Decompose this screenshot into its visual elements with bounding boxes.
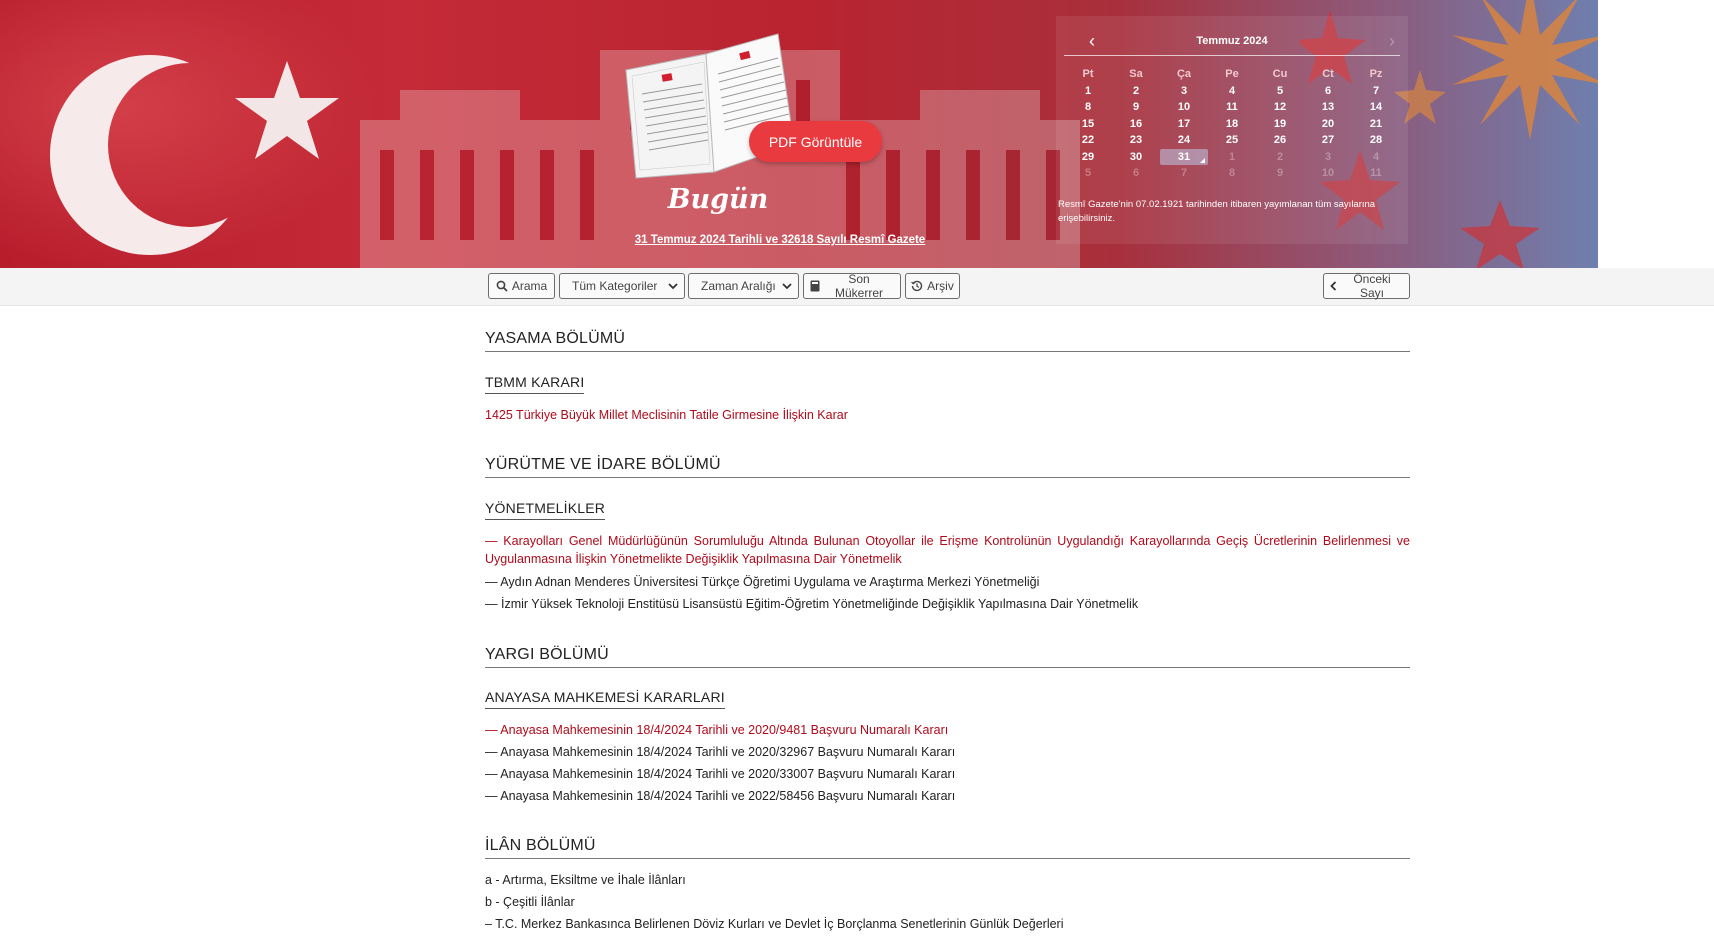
calendar-day[interactable]: 8 (1064, 99, 1112, 116)
date-range-dropdown-label: Zaman Aralığı (701, 279, 776, 293)
calendar-day[interactable]: 14 (1352, 99, 1400, 116)
weekday-label: Sa (1129, 68, 1143, 80)
repeated-issue-button[interactable]: Son Mükerrer (803, 272, 901, 300)
calendar-month-label: Temmuz 2024 (1196, 35, 1268, 47)
search-icon (496, 280, 508, 292)
calendar-day-next-month: 11 (1370, 167, 1382, 179)
calendar-day[interactable]: 15 (1064, 116, 1112, 133)
section-title-legislation: YASAMA BÖLÜMÜ (485, 330, 1410, 352)
calendar-day-next-month: 6 (1132, 167, 1140, 179)
header-banner: PDF Görüntüle Bugün 31 Temmuz 2024 Tarih… (0, 0, 1598, 268)
section-title-announcements: İLÂN BÖLÜMÜ (485, 837, 1410, 859)
list-item[interactable]: — Anayasa Mahkemesinin 18/4/2024 Tarihli… (485, 787, 1410, 805)
history-icon (911, 280, 923, 292)
section-title-judiciary: YARGI BÖLÜMÜ (485, 646, 1410, 668)
calendar-day[interactable]: 17 (1160, 116, 1208, 133)
subsection-title-constitutional-court: ANAYASA MAHKEMESİ KARARLARI (485, 689, 725, 709)
search-button-label: Arama (511, 279, 548, 293)
previous-issue-label: Önceki Sayı (1353, 272, 1391, 300)
calendar-grid: Pt Sa Ça Pe Cu Ct Pz 1 2 3 4 5 6 7 8 9 1… (1064, 66, 1400, 182)
chevron-left-icon (1330, 281, 1337, 291)
calendar-day[interactable]: 24 (1160, 132, 1208, 149)
categories-dropdown-label: Tüm Kategoriler (572, 279, 658, 293)
list-item[interactable]: — Anayasa Mahkemesinin 18/4/2024 Tarihli… (485, 765, 1410, 783)
calendar-day[interactable]: 6 (1304, 83, 1352, 100)
calendar-day-next-month: 9 (1276, 167, 1284, 179)
categories-dropdown[interactable]: Tüm Kategoriler (559, 273, 685, 299)
calendar-day-next-month: 2 (1276, 150, 1284, 163)
calendar-day[interactable]: 29 (1064, 149, 1112, 166)
section-title-executive: YÜRÜTME VE İDARE BÖLÜMÜ (485, 456, 1410, 478)
calendar-day[interactable]: 4 (1208, 83, 1256, 100)
weekday-label: Ct (1322, 68, 1334, 80)
chevron-down-icon (782, 282, 792, 289)
calendar-day[interactable]: 13 (1304, 99, 1352, 116)
list-item[interactable]: – T.C. Merkez Bankasınca Belirlenen Dövi… (485, 915, 1410, 933)
calendar-day[interactable]: 10 (1160, 99, 1208, 116)
calendar-day[interactable]: 21 (1352, 116, 1400, 133)
calendar-day-next-month: 1 (1228, 150, 1236, 163)
weekday-label: Pz (1369, 68, 1383, 80)
calendar-day[interactable]: 5 (1256, 83, 1304, 100)
calendar-day[interactable]: 11 (1208, 99, 1256, 116)
calendar-day[interactable]: 19 (1256, 116, 1304, 133)
book-icon (810, 280, 820, 292)
calendar-day[interactable]: 27 (1304, 132, 1352, 149)
calendar-day-next-month: 10 (1321, 167, 1335, 179)
list-item[interactable]: 1425 Türkiye Büyük Millet Meclisinin Tat… (485, 406, 1410, 424)
list-item[interactable]: — Karayolları Genel Müdürlüğünün Sorumlu… (485, 532, 1410, 568)
list-item[interactable]: — Aydın Adnan Menderes Üniversitesi Türk… (485, 573, 1410, 591)
pdf-view-button[interactable]: PDF Görüntüle (749, 121, 882, 162)
calendar-day-next-month: 4 (1372, 150, 1380, 163)
calendar-day[interactable]: 3 (1160, 83, 1208, 100)
calendar-day[interactable]: 30 (1112, 149, 1160, 166)
calendar-day-next-month: 7 (1180, 167, 1188, 179)
page-background-right (1598, 0, 1714, 268)
subsection-title-tbmm: TBMM KARARI (485, 374, 585, 394)
chevron-right-icon[interactable]: › (1382, 32, 1402, 52)
list-item[interactable]: b - Çeşitli İlânlar (485, 893, 1410, 911)
archive-note: Resmî Gazete'nin 07.02.1921 tarihinden i… (1058, 199, 1376, 224)
calendar-day-next-month: 5 (1084, 167, 1092, 179)
weekday-label: Pt (1082, 68, 1094, 80)
calendar-day[interactable]: 18 (1208, 116, 1256, 133)
calendar-day[interactable]: 26 (1256, 132, 1304, 149)
weekday-label: Ça (1176, 68, 1192, 80)
calendar-day-next-month: 8 (1228, 167, 1236, 179)
calendar-day[interactable]: 9 (1112, 99, 1160, 116)
calendar-day[interactable]: 2 (1112, 83, 1160, 100)
calendar-day[interactable]: 28 (1352, 132, 1400, 149)
chevron-left-icon[interactable]: ‹ (1082, 32, 1102, 52)
calendar-day[interactable]: 16 (1112, 116, 1160, 133)
chevron-down-icon (668, 282, 678, 289)
archive-button-label: Arşiv (927, 279, 954, 293)
subsection-title-regulations: YÖNETMELİKLER (485, 500, 606, 520)
calendar-day[interactable]: 23 (1112, 132, 1160, 149)
repeated-issue-label: Son Mükerrer (834, 272, 883, 300)
search-button[interactable]: Arama (488, 273, 555, 299)
toolbar: Arama Tüm Kategoriler Zaman Aralığı Son … (0, 268, 1714, 306)
calendar-day[interactable]: 22 (1064, 132, 1112, 149)
calendar-day-next-month: 3 (1324, 150, 1332, 163)
flag-star-icon (235, 61, 339, 159)
calendar-header: ‹ Temmuz 2024 › (1064, 30, 1400, 56)
list-item[interactable]: — İzmir Yüksek Teknoloji Enstitüsü Lisan… (485, 595, 1410, 613)
calendar-day[interactable]: 7 (1352, 83, 1400, 100)
calendar-day[interactable]: 20 (1304, 116, 1352, 133)
date-range-dropdown[interactable]: Zaman Aralığı (688, 273, 799, 299)
list-item[interactable]: — Anayasa Mahkemesinin 18/4/2024 Tarihli… (485, 721, 1410, 739)
calendar-day-selected[interactable]: 31 (1160, 148, 1208, 165)
calendar-day[interactable]: 25 (1208, 132, 1256, 149)
weekday-label: Cu (1272, 68, 1288, 80)
archive-button[interactable]: Arşiv (905, 273, 960, 299)
today-gazette-link[interactable]: 31 Temmuz 2024 Tarihli ve 32618 Sayılı R… (600, 234, 960, 246)
previous-issue-button[interactable]: Önceki Sayı (1323, 272, 1410, 300)
list-item[interactable]: a - Artırma, Eksiltme ve İhale İlânları (485, 871, 1410, 889)
today-heading: Bugün (667, 184, 769, 215)
calendar-day[interactable]: 12 (1256, 99, 1304, 116)
calendar: ‹ Temmuz 2024 › Pt Sa Ça Pe Cu Ct Pz 1 2… (1056, 16, 1408, 244)
weekday-label: Pe (1225, 68, 1239, 80)
list-item[interactable]: — Anayasa Mahkemesinin 18/4/2024 Tarihli… (485, 743, 1410, 761)
calendar-day[interactable]: 1 (1064, 83, 1112, 100)
